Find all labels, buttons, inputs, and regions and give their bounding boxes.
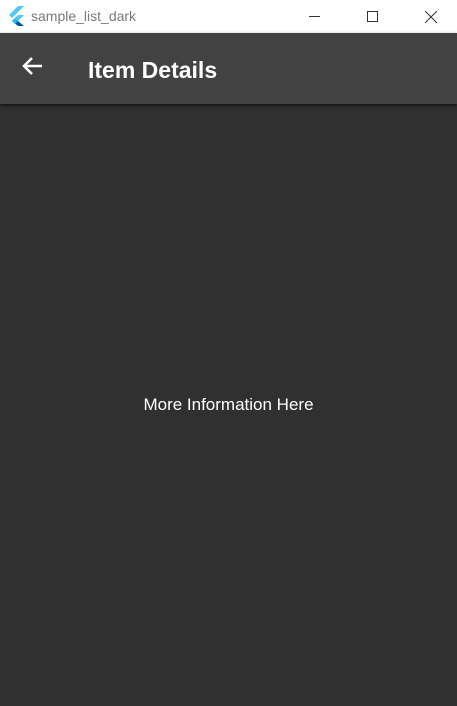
window-titlebar[interactable]: sample_list_dark [0, 0, 457, 33]
close-button[interactable] [408, 0, 454, 33]
page-title: Item Details [88, 57, 218, 83]
minimize-icon [308, 11, 320, 22]
back-button[interactable] [8, 44, 56, 92]
maximize-icon [366, 11, 378, 22]
flutter-logo-icon [7, 6, 25, 26]
window-title: sample_list_dark [31, 8, 137, 24]
arrow-back-icon [21, 56, 43, 81]
info-text: More Information Here [143, 395, 314, 414]
close-icon [425, 10, 437, 23]
app-window: sample_list_dark Item Details More Infor… [0, 0, 457, 706]
maximize-button[interactable] [349, 0, 395, 33]
minimize-button[interactable] [291, 0, 337, 33]
app-bar: Item Details [0, 33, 457, 104]
details-body: More Information Here [0, 104, 457, 706]
